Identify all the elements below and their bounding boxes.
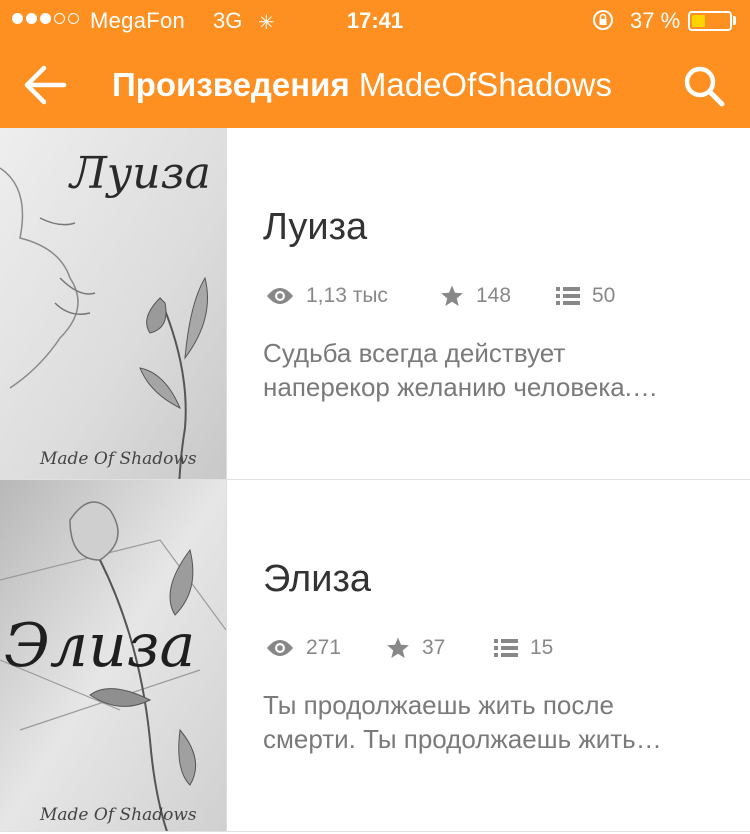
cover-author: Made Of Shadows bbox=[39, 805, 197, 825]
story-stats: 1,13 тыс 148 50 bbox=[266, 284, 686, 314]
description-line: Ты продолжаешь жить после bbox=[263, 690, 615, 720]
description-line: наперекор желанию человека.… bbox=[263, 372, 658, 402]
story-stats: 271 37 15 bbox=[266, 636, 686, 666]
search-button[interactable] bbox=[680, 62, 728, 110]
reads-value: 271 bbox=[306, 636, 342, 659]
story-description: Ты продолжаешь жить после смерти. Ты про… bbox=[263, 688, 723, 756]
description-line: Судьба всегда действует bbox=[263, 338, 566, 368]
story-title[interactable]: Луиза bbox=[263, 206, 367, 249]
votes-value: 148 bbox=[476, 284, 512, 307]
description-line: смерти. Ты продолжаешь жить… bbox=[263, 724, 662, 754]
list-icon bbox=[556, 287, 580, 305]
eye-icon bbox=[267, 288, 293, 304]
parts-count: 15 bbox=[494, 636, 553, 660]
page-title: Произведения MadeOfShadows bbox=[112, 65, 612, 105]
votes-count: 148 bbox=[440, 284, 511, 308]
battery-icon bbox=[688, 11, 732, 31]
back-button[interactable] bbox=[20, 62, 70, 108]
votes-value: 37 bbox=[422, 636, 446, 659]
app-header: MegaFon 3G ✳ 17:41 37 % Произведения Mad… bbox=[0, 0, 750, 128]
story-item-eliza[interactable]: Элиза Made Of Shadows Элиза 271 37 15 Ты… bbox=[0, 480, 750, 832]
eye-icon bbox=[267, 640, 293, 656]
reads-value: 1,13 тыс bbox=[306, 284, 388, 307]
status-bar: MegaFon 3G ✳ 17:41 37 % bbox=[0, 0, 750, 40]
story-description: Судьба всегда действует наперекор желани… bbox=[263, 336, 723, 404]
battery-cap bbox=[733, 16, 736, 25]
parts-count: 50 bbox=[556, 284, 615, 308]
list-icon bbox=[494, 639, 518, 657]
search-icon bbox=[684, 66, 725, 107]
story-title[interactable]: Элиза bbox=[263, 558, 371, 601]
star-icon bbox=[387, 637, 409, 658]
page-title-label: Произведения bbox=[112, 66, 350, 103]
cover-title: Луиза bbox=[68, 148, 211, 199]
story-item-luiza[interactable]: Луиза Made Of Shadows Луиза 1,13 тыс 148… bbox=[0, 128, 750, 480]
story-cover-image[interactable]: Элиза Made Of Shadows bbox=[0, 480, 227, 831]
parts-value: 50 bbox=[592, 284, 616, 307]
rotation-lock-icon bbox=[593, 10, 613, 30]
page-title-author: MadeOfShadows bbox=[358, 66, 613, 103]
star-icon bbox=[441, 285, 463, 306]
votes-count: 37 bbox=[386, 636, 445, 660]
story-cover-image[interactable]: Луиза Made Of Shadows bbox=[0, 128, 227, 479]
story-list: Луиза Made Of Shadows Луиза 1,13 тыс 148… bbox=[0, 128, 750, 832]
reads-count: 271 bbox=[266, 636, 341, 660]
cover-title: Элиза bbox=[4, 611, 195, 681]
battery-percent: 37 % bbox=[630, 8, 681, 33]
parts-value: 15 bbox=[530, 636, 554, 659]
arrow-left-icon bbox=[24, 65, 67, 105]
cover-author: Made Of Shadows bbox=[39, 449, 197, 469]
reads-count: 1,13 тыс bbox=[266, 284, 388, 308]
